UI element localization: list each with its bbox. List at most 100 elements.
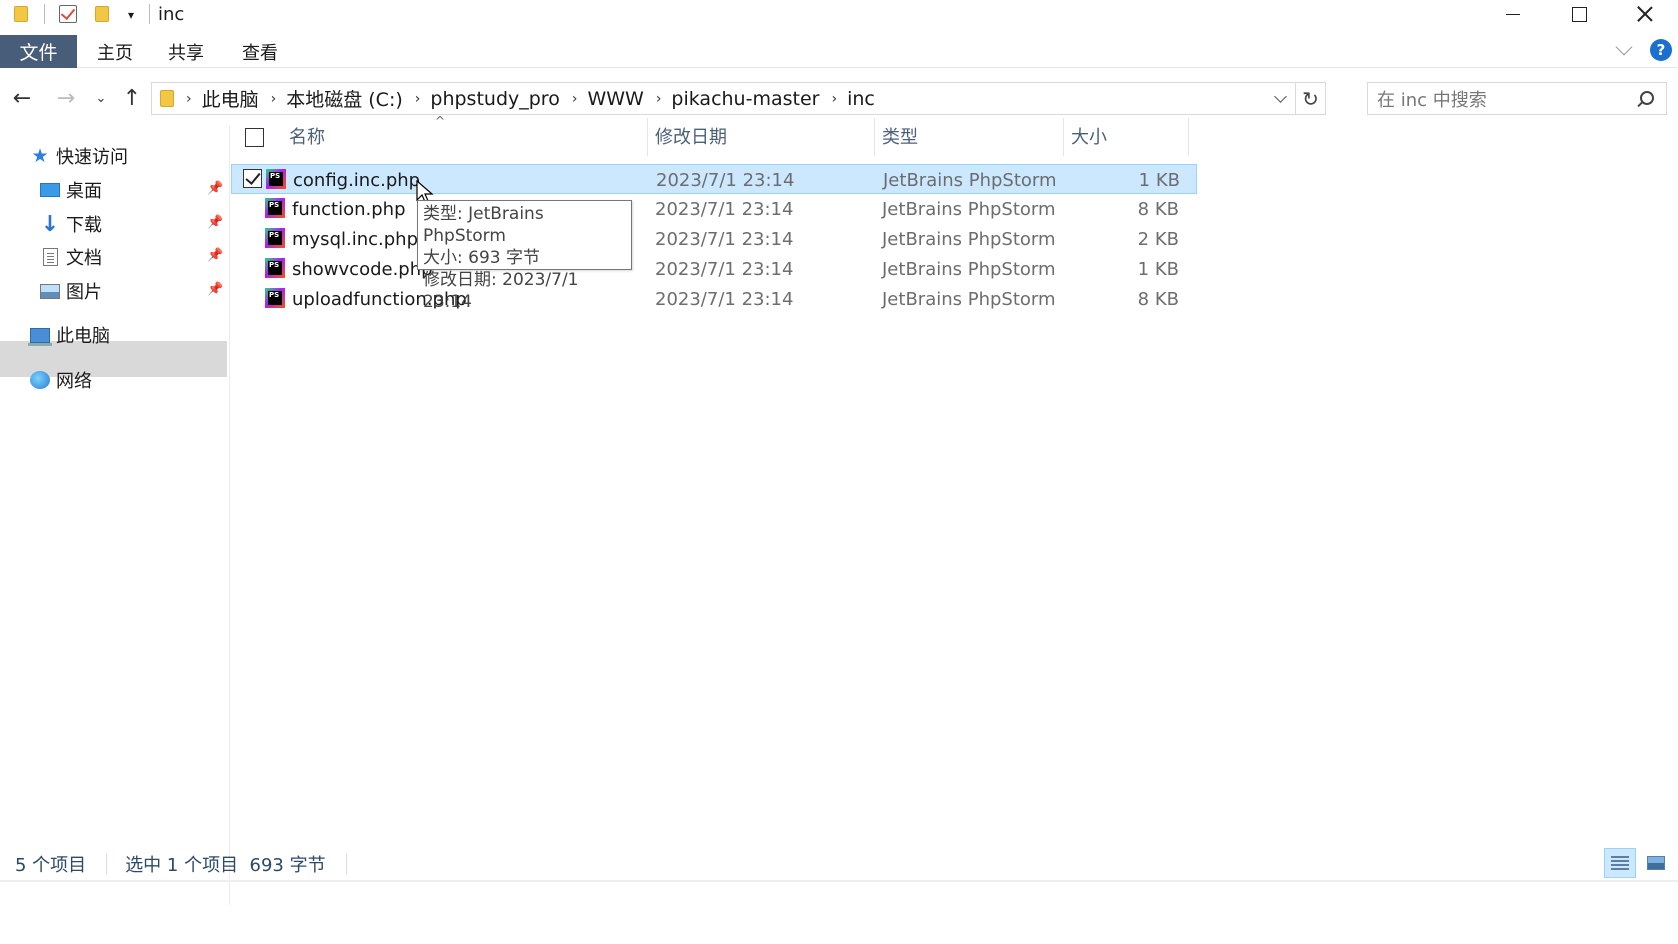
file-size: 2 KB — [1137, 228, 1179, 250]
file-info-tooltip: 类型: JetBrains PhpStorm 大小: 693 字节 修改日期: … — [417, 200, 632, 312]
large-icons-view-button[interactable] — [1640, 848, 1672, 878]
back-button[interactable]: ← — [8, 78, 36, 118]
file-modified: 2023/7/1 23:14 — [655, 198, 794, 220]
close-icon — [1637, 6, 1653, 22]
column-divider[interactable] — [1188, 118, 1189, 156]
sidebar-item-documents[interactable]: 文档 — [40, 240, 102, 274]
chevron-right-icon[interactable]: › — [415, 91, 421, 107]
new-folder-icon[interactable] — [85, 0, 119, 28]
close-button[interactable] — [1612, 0, 1678, 28]
desktop-icon — [40, 181, 60, 199]
chevron-right-icon[interactable]: › — [186, 91, 192, 107]
navigation-bar: ← → ⌄ ↑ › 此电脑 › 本地磁盘 (C:) › phpstudy_pro… — [0, 78, 1678, 118]
tab-file[interactable]: 文件 — [0, 35, 77, 68]
search-icon[interactable] — [1640, 91, 1654, 105]
folder-icon — [160, 90, 174, 107]
chevron-right-icon[interactable]: › — [271, 91, 277, 107]
download-icon: ↓ — [40, 211, 60, 237]
phpstorm-file-icon: PS — [265, 288, 285, 308]
up-button[interactable]: ↑ — [118, 78, 146, 118]
file-modified: 2023/7/1 23:14 — [655, 228, 794, 250]
chevron-right-icon[interactable]: › — [831, 91, 837, 107]
pin-icon[interactable]: 📌 — [207, 282, 223, 297]
sidebar-item-label: 网络 — [56, 371, 92, 392]
file-type: JetBrains PhpStorm — [882, 198, 1056, 220]
view-switcher — [1604, 848, 1672, 878]
star-icon: ★ — [31, 145, 49, 167]
phpstorm-file-icon: PS — [265, 258, 285, 278]
folder-icon[interactable] — [4, 0, 38, 28]
help-icon[interactable]: ? — [1650, 39, 1672, 61]
maximize-button[interactable] — [1546, 0, 1612, 28]
sidebar-item-downloads[interactable]: ↓ 下载 — [40, 207, 102, 241]
selection-info: 选中 1 个项目 693 字节 — [125, 855, 326, 876]
expand-ribbon-button[interactable] — [1615, 38, 1633, 56]
navigation-pane: ★ 快速访问 桌面 📌 ↓ 下载 📌 文档 📌 图片 📌 此电脑 网络 — [0, 125, 230, 905]
search-input[interactable]: 在 inc 中搜索 — [1367, 82, 1667, 115]
chevron-down-icon — [1615, 38, 1633, 56]
column-divider[interactable] — [647, 118, 648, 156]
breadcrumb-inc[interactable]: inc — [847, 88, 875, 110]
column-header-name[interactable]: 名称 — [289, 118, 639, 154]
title-bar: ▾ inc — [0, 0, 1678, 28]
tab-home[interactable]: 主页 — [97, 35, 133, 68]
table-row[interactable]: PS function.php 2023/7/1 23:14 JetBrains… — [231, 194, 1197, 224]
tooltip-size: 大小: 693 字节 — [423, 248, 540, 268]
arrow-up-icon: ↑ — [122, 85, 142, 111]
column-header-size[interactable]: 大小 — [1071, 118, 1191, 154]
refresh-button[interactable]: ↻ — [1295, 83, 1325, 114]
column-header-modified[interactable]: 修改日期 — [655, 118, 875, 154]
column-label: 类型 — [882, 127, 918, 148]
chevron-right-icon[interactable]: › — [656, 91, 662, 107]
sidebar-item-desktop[interactable]: 桌面 — [40, 173, 102, 207]
sidebar-item-label: 此电脑 — [56, 326, 110, 347]
divider — [345, 854, 347, 874]
select-all-checkbox[interactable] — [245, 128, 264, 147]
breadcrumb-this-pc[interactable]: 此电脑 — [202, 85, 259, 112]
details-view-button[interactable] — [1604, 848, 1636, 878]
breadcrumb-local-disk[interactable]: 本地磁盘 (C:) — [286, 85, 403, 112]
row-checkbox[interactable] — [243, 169, 262, 188]
customize-toolbar-dropdown-icon[interactable]: ▾ — [119, 0, 143, 28]
table-row[interactable]: PS showvcode.php 2023/7/1 23:14 JetBrain… — [231, 254, 1197, 284]
tooltip-modified: 修改日期: 2023/7/1 23:14 — [423, 270, 579, 312]
window-title: inc — [158, 3, 185, 25]
chevron-right-icon[interactable]: › — [572, 91, 578, 107]
breadcrumb-www[interactable]: WWW — [587, 88, 643, 110]
pin-icon[interactable]: 📌 — [207, 181, 223, 196]
table-row[interactable]: PS mysql.inc.php 2023/7/1 23:14 JetBrain… — [231, 224, 1197, 254]
chevron-down-icon: ⌄ — [95, 90, 107, 106]
status-bar: 5 个项目 选中 1 个项目 693 字节 — [0, 848, 1678, 880]
sidebar-item-quick-access[interactable]: ★ 快速访问 — [30, 139, 128, 173]
large-icons-view-icon — [1647, 856, 1665, 870]
pin-icon[interactable]: 📌 — [207, 215, 223, 230]
file-modified: 2023/7/1 23:14 — [655, 288, 794, 310]
file-type: JetBrains PhpStorm — [882, 288, 1056, 310]
tab-share[interactable]: 共享 — [168, 35, 204, 68]
address-history-dropdown[interactable] — [1265, 83, 1295, 114]
tab-view[interactable]: 查看 — [242, 35, 278, 68]
file-name[interactable]: config.inc.php — [293, 165, 643, 195]
column-divider[interactable] — [1063, 118, 1064, 156]
forward-button[interactable]: → — [52, 78, 80, 118]
sidebar-item-label: 图片 — [66, 282, 102, 303]
table-row[interactable]: PS uploadfunction.php 2023/7/1 23:14 Jet… — [231, 284, 1197, 314]
sidebar-item-pictures[interactable]: 图片 — [40, 274, 102, 308]
sidebar-item-network[interactable]: 网络 — [30, 363, 92, 397]
ribbon: 文件 主页 共享 查看 ? — [0, 35, 1678, 68]
minimize-button[interactable] — [1480, 0, 1546, 28]
recent-locations-button[interactable]: ⌄ — [92, 78, 110, 118]
address-bar[interactable]: › 此电脑 › 本地磁盘 (C:) › phpstudy_pro › WWW ›… — [151, 82, 1326, 115]
column-header-type[interactable]: 类型 — [882, 118, 1062, 154]
sidebar-item-this-pc[interactable]: 此电脑 — [28, 318, 110, 352]
column-divider[interactable] — [874, 118, 875, 156]
pin-icon[interactable]: 📌 — [207, 248, 223, 263]
file-size: 8 KB — [1137, 288, 1179, 310]
breadcrumb-phpstudy[interactable]: phpstudy_pro — [430, 88, 559, 110]
table-row[interactable]: PS config.inc.php 2023/7/1 23:14 JetBrai… — [231, 164, 1197, 194]
sidebar-item-label: 文档 — [66, 248, 102, 269]
file-type: JetBrains PhpStorm — [882, 228, 1056, 250]
pictures-icon — [40, 282, 60, 300]
properties-icon[interactable] — [51, 0, 85, 28]
breadcrumb-pikachu[interactable]: pikachu-master — [671, 88, 819, 110]
